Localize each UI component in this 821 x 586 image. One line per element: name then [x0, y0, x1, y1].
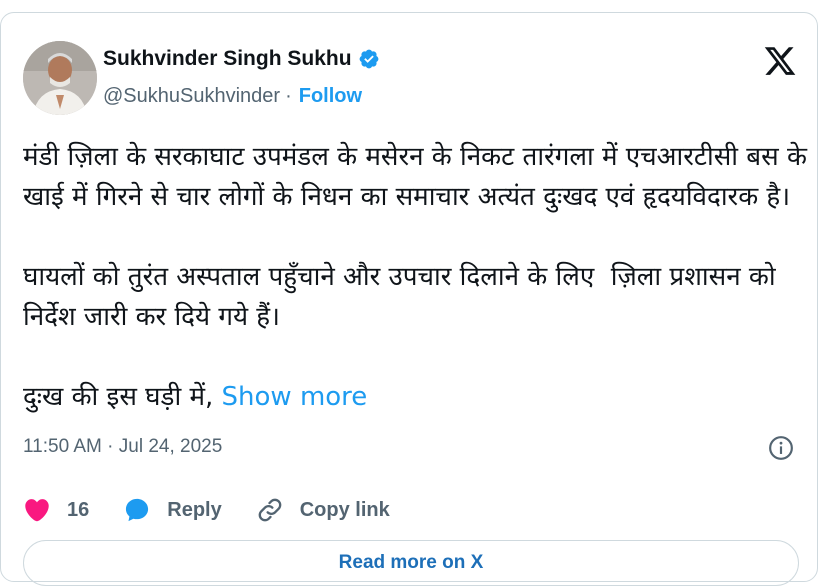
link-icon	[258, 498, 282, 522]
verified-badge-icon	[359, 49, 378, 69]
read-more-button[interactable]: Read more on X	[23, 540, 799, 586]
tweet-actions: 16 Reply Copy link	[23, 493, 424, 527]
read-more-label: Read more on X	[338, 552, 484, 573]
like-count: 16	[67, 498, 90, 521]
follow-button[interactable]: Follow	[299, 85, 362, 108]
tweet-timestamp[interactable]: 11:50 AM · Jul 24, 2025	[23, 436, 222, 458]
avatar-image	[23, 41, 97, 115]
copy-link-label: Copy link	[299, 498, 390, 521]
tweet-text: मंडी ज़िला के सरकाघाट उपमंडल के मसेरन के…	[23, 137, 813, 417]
avatar[interactable]	[23, 41, 97, 115]
reply-button[interactable]: Reply	[123, 496, 222, 524]
author-display-name[interactable]: Sukhvinder Singh Sukhu	[103, 47, 352, 71]
tweet-body: मंडी ज़िला के सरकाघाट उपमंडल के मसेरन के…	[23, 142, 807, 412]
author-name-row: Sukhvinder Singh Sukhu	[103, 47, 380, 71]
x-logo-icon[interactable]	[762, 44, 798, 78]
info-icon[interactable]	[768, 435, 794, 461]
author-handle[interactable]: @SukhuSukhvinder	[103, 85, 280, 108]
tweet-card: Sukhvinder Singh Sukhu @SukhuSukhvinder …	[0, 12, 818, 586]
show-more-link[interactable]: Show more	[222, 382, 368, 412]
copy-link-button[interactable]: Copy link	[256, 496, 390, 524]
separator-dot: ·	[285, 85, 292, 107]
author-handle-row: @SukhuSukhvinder · Follow	[103, 85, 362, 108]
reply-label: Reply	[167, 498, 222, 521]
like-button[interactable]: 16	[23, 496, 89, 524]
speech-bubble-icon	[126, 498, 149, 522]
heart-icon	[25, 499, 49, 522]
